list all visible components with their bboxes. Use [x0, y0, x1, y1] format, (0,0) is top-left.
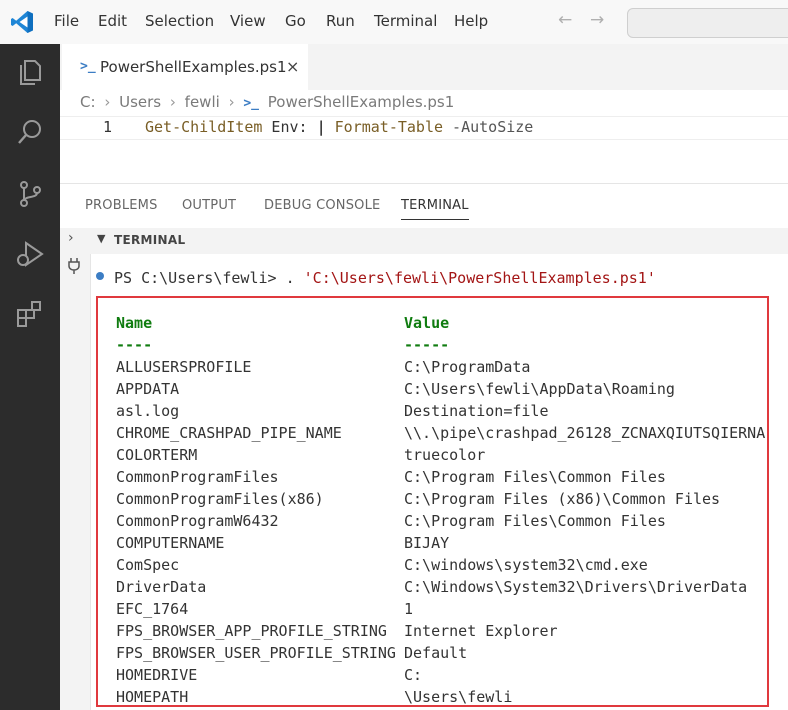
- title-bar: File Edit Selection View Go Run Terminal…: [0, 0, 788, 45]
- powershell-icon: >_: [243, 96, 260, 111]
- terminal-section-label: TERMINAL: [114, 233, 186, 247]
- env-var-name: EFC_1764: [116, 600, 189, 618]
- env-var-value: truecolor: [404, 446, 486, 464]
- menu-help[interactable]: Help: [454, 12, 488, 30]
- search-icon[interactable]: [14, 116, 46, 148]
- code-cmdlet: Get-ChildItem: [145, 118, 263, 136]
- run-debug-icon[interactable]: [14, 238, 46, 270]
- code-arg: Env:: [262, 118, 317, 136]
- env-var-name: CHROME_CRASHPAD_PIPE_NAME: [116, 424, 342, 442]
- breadcrumb-drive[interactable]: C:: [80, 93, 96, 111]
- env-var-name: DriverData: [116, 578, 207, 596]
- terminal-section-header[interactable]: ▼ TERMINAL: [90, 228, 788, 254]
- env-var-value: C:\Program Files\Common Files: [404, 468, 666, 486]
- env-var-value: Internet Explorer: [404, 622, 558, 640]
- env-var-value: C:\Program Files\Common Files: [404, 512, 666, 530]
- menu-view[interactable]: View: [230, 12, 266, 30]
- env-var-value: C:: [404, 666, 423, 684]
- chevron-down-icon[interactable]: ▼: [97, 232, 105, 245]
- prompt-text: PS C:\Users\fewli> .: [114, 269, 304, 287]
- tab-terminal[interactable]: TERMINAL: [401, 198, 469, 220]
- chevron-right-icon: ›: [169, 93, 176, 111]
- chevron-right-icon: ›: [228, 93, 235, 111]
- code-line[interactable]: 1 Get-ChildItem Env: | Format-Table -Aut…: [60, 116, 788, 140]
- powershell-icon: >_: [80, 59, 96, 74]
- column-underline-name: ----: [116, 336, 153, 354]
- menu-go[interactable]: Go: [285, 12, 306, 30]
- env-var-value: C:\windows\system32\cmd.exe: [404, 556, 648, 574]
- env-var-value: C:\Windows\System32\Drivers\DriverData: [404, 578, 748, 596]
- env-var-name: COMPUTERNAME: [116, 534, 225, 552]
- env-var-name: CommonProgramFiles: [116, 468, 279, 486]
- column-header-name: Name: [116, 314, 153, 332]
- menu-selection[interactable]: Selection: [145, 12, 214, 30]
- plug-icon[interactable]: [67, 257, 81, 275]
- command-center-search[interactable]: [627, 8, 788, 38]
- code-param: -AutoSize: [443, 118, 534, 136]
- env-var-name: asl.log: [116, 402, 180, 420]
- terminal-side-strip: [60, 228, 91, 710]
- breadcrumb: C: › Users › fewli › >_ PowerShellExampl…: [80, 93, 458, 111]
- close-icon[interactable]: ×: [286, 57, 299, 76]
- env-var-name: APPDATA: [116, 380, 180, 398]
- env-var-value: C:\ProgramData: [404, 358, 531, 376]
- breadcrumb-file[interactable]: PowerShellExamples.ps1: [268, 93, 454, 111]
- tab-output[interactable]: OUTPUT: [182, 198, 236, 213]
- line-number: 1: [103, 118, 113, 136]
- extensions-icon[interactable]: [14, 298, 46, 330]
- command-status-dot-icon[interactable]: [96, 272, 104, 280]
- activity-bar: [0, 44, 60, 710]
- tab-problems[interactable]: PROBLEMS: [85, 198, 158, 213]
- column-underline-value: -----: [404, 336, 450, 354]
- panel-divider[interactable]: [60, 183, 788, 184]
- env-var-name: FPS_BROWSER_APP_PROFILE_STRING: [116, 622, 387, 640]
- table-header-row: Name Value: [116, 314, 449, 336]
- env-var-value: Destination=file: [404, 402, 549, 420]
- back-arrow-icon[interactable]: ←: [558, 10, 572, 30]
- terminal-prompt: PS C:\Users\fewli> . 'C:\Users\fewli\Pow…: [114, 269, 656, 287]
- code-cmdlet-2: Format-Table: [334, 118, 444, 136]
- chevron-right-icon[interactable]: ›: [68, 230, 74, 246]
- menu-file[interactable]: File: [54, 12, 79, 30]
- env-var-value: C:\Program Files (x86)\Common Files: [404, 490, 721, 508]
- env-var-value: 1: [404, 600, 414, 618]
- code-text[interactable]: Get-ChildItem Env: | Format-Table -AutoS…: [145, 118, 533, 136]
- env-var-value: C:\Users\fewli\AppData\Roaming: [404, 380, 675, 398]
- tab-debug-console[interactable]: DEBUG CONSOLE: [264, 198, 380, 213]
- column-header-value: Value: [404, 314, 450, 332]
- code-pipe: |: [316, 118, 326, 136]
- env-var-name: HOMEDRIVE: [116, 666, 198, 684]
- explorer-icon[interactable]: [14, 56, 46, 88]
- env-var-name: ComSpec: [116, 556, 180, 574]
- breadcrumb-fewli[interactable]: fewli: [185, 93, 220, 111]
- chevron-right-icon: ›: [104, 93, 111, 111]
- env-var-value: Default: [404, 644, 468, 662]
- terminal-output-highlight: Name Value ---- ----- ALLUSERSPROFILE C:\…: [96, 296, 769, 707]
- env-var-value: \Users\fewli: [404, 688, 513, 706]
- vscode-logo-icon[interactable]: [9, 9, 35, 35]
- env-var-name: COLORTERM: [116, 446, 198, 464]
- table-underline-row: ---- -----: [116, 336, 449, 358]
- env-var-name: HOMEPATH: [116, 688, 189, 706]
- breadcrumb-users[interactable]: Users: [119, 93, 161, 111]
- env-var-name: FPS_BROWSER_USER_PROFILE_STRING: [116, 644, 396, 662]
- menu-terminal[interactable]: Terminal: [374, 12, 437, 30]
- env-var-name: CommonProgramW6432: [116, 512, 279, 530]
- source-control-icon[interactable]: [14, 178, 46, 210]
- env-var-value: \\.\pipe\crashpad_26128_ZCNAXQIUTSQIERNA: [404, 424, 766, 442]
- tab-label: PowerShellExamples.ps1: [100, 58, 287, 76]
- menu-run[interactable]: Run: [326, 12, 355, 30]
- forward-arrow-icon[interactable]: →: [590, 10, 604, 30]
- env-var-name: CommonProgramFiles(x86): [116, 490, 324, 508]
- prompt-script-path: 'C:\Users\fewli\PowerShellExamples.ps1': [303, 269, 656, 287]
- env-var-value: BIJAY: [404, 534, 450, 552]
- menu-edit[interactable]: Edit: [98, 12, 127, 30]
- env-var-name: ALLUSERSPROFILE: [116, 358, 252, 376]
- editor-tab[interactable]: >_ PowerShellExamples.ps1 ×: [62, 44, 308, 90]
